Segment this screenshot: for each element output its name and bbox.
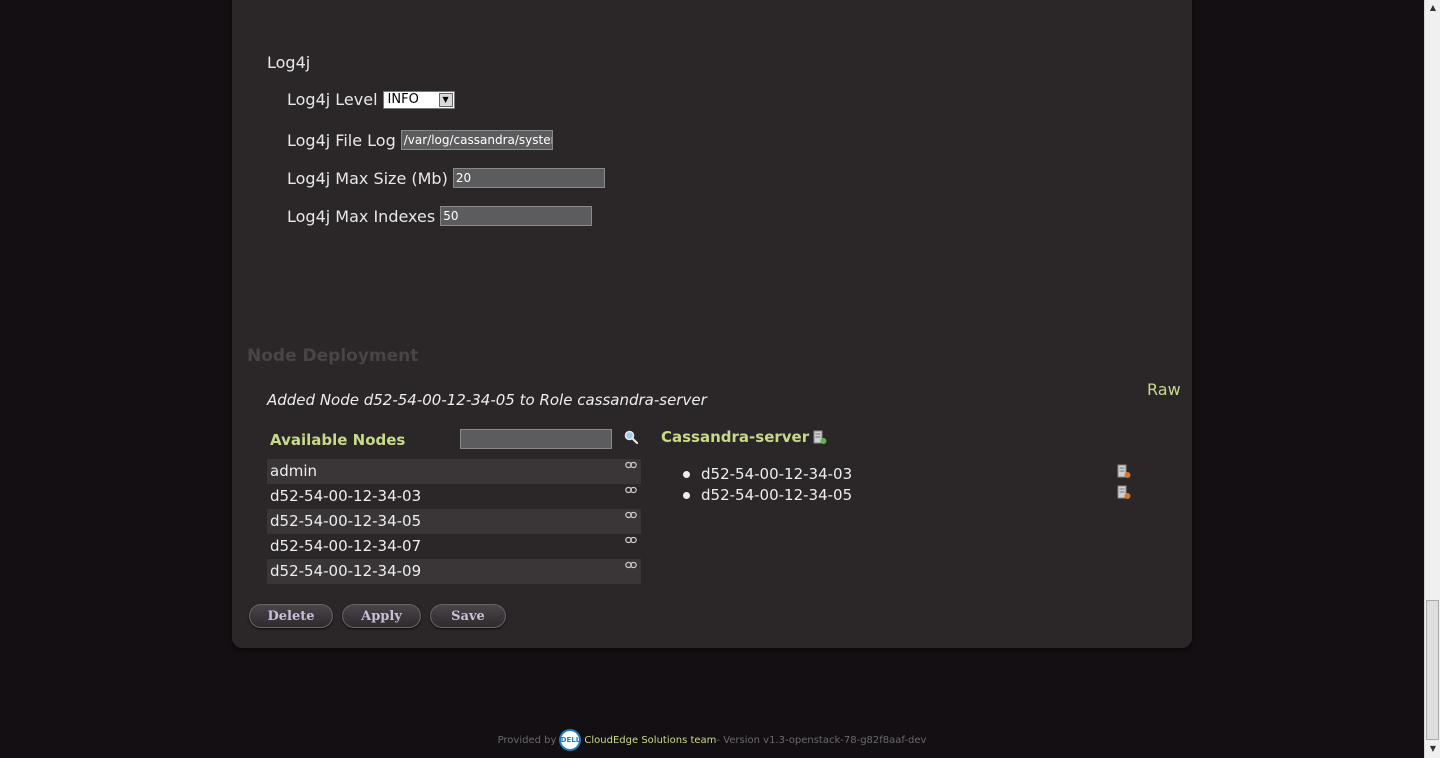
link-icon[interactable] [625, 536, 637, 545]
status-message: Added Node d52-54-00-12-34-05 to Role ca… [267, 391, 707, 409]
node-name: admin [270, 462, 317, 480]
link-icon[interactable] [625, 486, 637, 495]
footer: Provided by DELL CloudEdge Solutions tea… [0, 729, 1424, 751]
node-name: d52-54-00-12-34-03 [270, 487, 422, 505]
log4j-max-indexes-row: Log4j Max Indexes 50 [287, 206, 593, 226]
log4j-level-select[interactable]: INFO ▼ [382, 90, 455, 109]
available-node-item[interactable]: d52-54-00-12-34-05 [267, 509, 641, 534]
apply-button[interactable]: Apply [342, 604, 421, 628]
log4j-file-log-row: Log4j File Log /var/log/cassandra/system [287, 130, 553, 150]
bullet-icon [683, 492, 690, 499]
available-node-item[interactable]: d52-54-00-12-34-03 [267, 484, 641, 509]
footer-provided-by: Provided by [497, 734, 557, 746]
available-nodes-title: Available Nodes [270, 431, 406, 449]
node-deployment-title: Node Deployment [247, 346, 419, 366]
vertical-scrollbar[interactable]: ▲ ▼ [1424, 0, 1440, 758]
page: Log4j Log4j Level INFO ▼ Log4j File Log … [0, 0, 1440, 758]
dell-logo: DELL [559, 729, 582, 751]
server-remove-icon[interactable] [1117, 485, 1131, 500]
available-node-item[interactable]: d52-54-00-12-34-07 [267, 534, 641, 559]
log4j-max-indexes-label: Log4j Max Indexes [287, 206, 436, 226]
node-name: d52-54-00-12-34-09 [270, 562, 422, 580]
log4j-max-size-input[interactable]: 20 [452, 168, 605, 188]
delete-button[interactable]: Delete [249, 604, 333, 628]
role-node-item: d52-54-00-12-34-05 [681, 485, 1141, 506]
node-name: d52-54-00-12-34-07 [270, 537, 422, 555]
node-name: d52-54-00-12-34-05 [701, 486, 853, 504]
node-search-input[interactable] [460, 429, 612, 449]
log4j-level-row: Log4j Level INFO ▼ [287, 90, 455, 109]
node-name: d52-54-00-12-34-03 [701, 465, 853, 483]
log4j-section-title: Log4j [267, 53, 311, 72]
scroll-thumb[interactable] [1426, 600, 1439, 740]
log4j-max-indexes-input[interactable]: 50 [440, 206, 593, 226]
server-add-icon[interactable] [813, 430, 827, 445]
available-node-item[interactable]: d52-54-00-12-34-09 [267, 559, 641, 584]
bullet-icon [683, 471, 690, 478]
link-icon[interactable] [625, 561, 637, 570]
log4j-file-log-label: Log4j File Log [287, 130, 396, 150]
available-nodes-list: admin d52-54-00-12-34-03 d52-54-00-12-34… [267, 459, 641, 584]
role-node-item: d52-54-00-12-34-03 [681, 464, 1141, 485]
log4j-max-size-label: Log4j Max Size (Mb) [287, 168, 448, 188]
role-name: Cassandra-server [661, 428, 810, 446]
link-icon[interactable] [625, 511, 637, 520]
role-nodes-list: d52-54-00-12-34-03 d52-54-00-12-34-05 [681, 464, 1141, 506]
log4j-file-log-input[interactable]: /var/log/cassandra/system [400, 130, 553, 150]
footer-team-link[interactable]: CloudEdge Solutions team [584, 735, 716, 746]
save-button[interactable]: Save [430, 604, 506, 628]
node-name: d52-54-00-12-34-05 [270, 512, 422, 530]
scroll-down-icon[interactable]: ▼ [1428, 744, 1438, 754]
link-icon[interactable] [625, 461, 637, 470]
footer-version: - Version v1.3-openstack-78-g82f8aaf-dev [716, 734, 927, 746]
log4j-max-size-row: Log4j Max Size (Mb) 20 [287, 168, 605, 188]
log4j-level-label: Log4j Level [287, 90, 378, 109]
log4j-level-value: INFO [387, 92, 419, 107]
server-remove-icon[interactable] [1117, 464, 1131, 479]
role-title: Cassandra-server [661, 428, 827, 446]
raw-link[interactable]: Raw [1147, 380, 1181, 399]
search-icon[interactable] [624, 430, 638, 444]
scroll-up-icon[interactable]: ▲ [1428, 3, 1438, 13]
chevron-down-icon[interactable]: ▼ [438, 92, 453, 107]
available-node-item[interactable]: admin [267, 459, 641, 484]
